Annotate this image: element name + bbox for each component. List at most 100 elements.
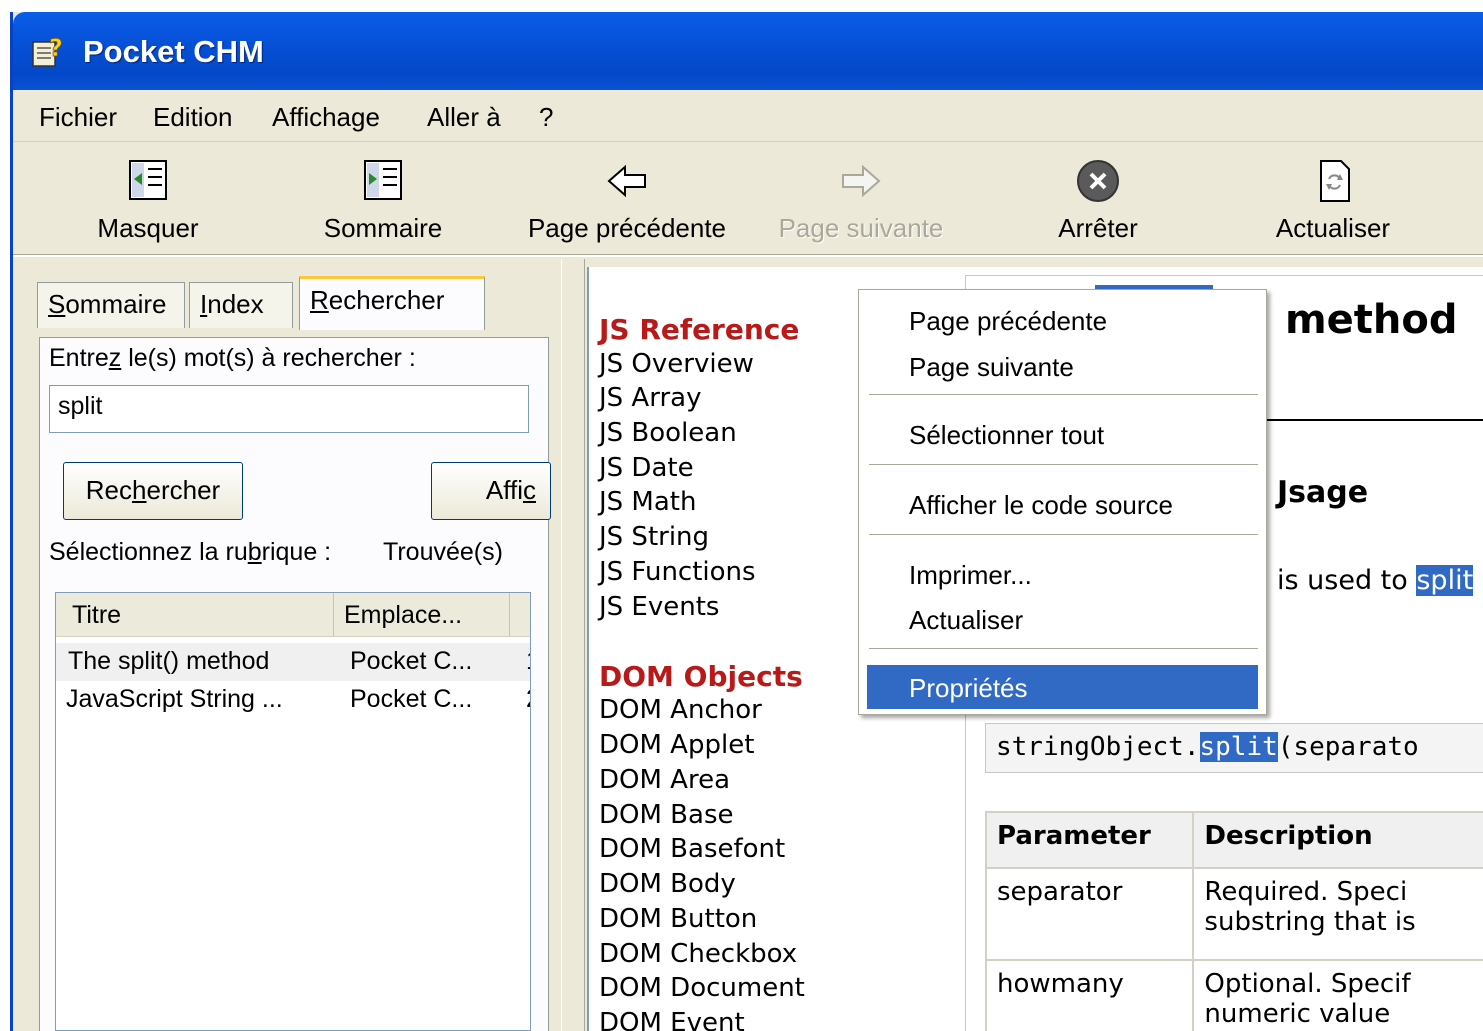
tab-sommaire[interactable]: Sommaire: [37, 282, 185, 328]
nav-link[interactable]: JS Overview: [599, 349, 754, 379]
forward-button-label: Page suivante: [778, 213, 944, 243]
context-menu: Page précédente Page suivante Sélectionn…: [858, 289, 1267, 715]
help-book-icon: ?: [32, 34, 63, 67]
context-item-forward[interactable]: Page suivante: [867, 344, 1258, 388]
nav-link[interactable]: DOM Anchor: [599, 695, 762, 725]
nav-link[interactable]: JS Boolean: [599, 418, 737, 448]
page-heading: method: [1285, 297, 1458, 343]
contents-button-label: Sommaire: [323, 213, 443, 243]
parameters-table: Parameter Description separator Required…: [984, 811, 1483, 1031]
nav-link[interactable]: JS Events: [599, 592, 719, 622]
column-title[interactable]: Titre: [56, 593, 334, 637]
context-item-back[interactable]: Page précédente: [867, 298, 1258, 342]
result-rank: 2: [526, 685, 530, 714]
js-reference-heading: JS Reference: [599, 313, 800, 346]
context-item-properties[interactable]: Propriétés: [867, 665, 1258, 709]
search-prompt-label: Entrez le(s) mot(s) à rechercher :: [49, 344, 416, 372]
stop-icon: [1077, 160, 1119, 202]
menu-aller-a[interactable]: Aller à: [427, 102, 501, 133]
table-header-row: Parameter Description: [984, 811, 1483, 869]
search-input[interactable]: split: [49, 385, 529, 433]
found-label: Trouvée(s): [383, 538, 503, 566]
nav-link[interactable]: JS Math: [599, 487, 696, 517]
refresh-button-label: Actualiser: [1275, 213, 1391, 243]
syntax-code: stringObject.split(separato: [985, 723, 1483, 773]
nav-link[interactable]: DOM Basefont: [599, 834, 785, 864]
hide-pane-icon: [129, 160, 167, 200]
results-list[interactable]: Titre Emplace... The split() method Pock…: [55, 592, 531, 1031]
table-cell: Required. Speci substring that is: [1192, 867, 1483, 961]
table-header: Parameter: [984, 811, 1195, 869]
contents-icon: [364, 160, 402, 200]
forward-button[interactable]: Page suivante: [761, 143, 961, 255]
title-bar[interactable]: ? Pocket CHM: [13, 12, 1483, 90]
nav-link[interactable]: DOM Document: [599, 973, 805, 1003]
results-list-header: Titre Emplace...: [56, 593, 530, 637]
column-location[interactable]: Emplace...: [334, 593, 510, 637]
select-topic-label: Sélectionnez la rubrique :: [49, 538, 332, 566]
context-item-print[interactable]: Imprimer...: [867, 552, 1258, 596]
context-separator: [869, 394, 1258, 396]
nav-link[interactable]: DOM Body: [599, 869, 736, 899]
back-button-label: Page précédente: [527, 213, 727, 243]
nav-link[interactable]: DOM Button: [599, 904, 757, 934]
menu-edition[interactable]: Edition: [153, 102, 233, 133]
menu-help[interactable]: ?: [539, 102, 553, 133]
refresh-icon: [1320, 160, 1350, 202]
forward-arrow-icon: [842, 164, 881, 198]
search-button[interactable]: Rechercher: [63, 462, 243, 520]
context-item-refresh[interactable]: Actualiser: [867, 597, 1258, 641]
svg-text:?: ?: [49, 34, 63, 62]
result-row[interactable]: JavaScript String ... Pocket C... 2: [56, 681, 530, 719]
contents-button[interactable]: Sommaire: [308, 143, 458, 255]
table-row: howmany Optional. Specif numeric value: [984, 959, 1483, 1031]
menu-affichage[interactable]: Affichage: [272, 102, 380, 133]
nav-link[interactable]: DOM Applet: [599, 730, 754, 760]
search-hit-highlight: split: [1199, 732, 1278, 762]
stop-button[interactable]: Arrêter: [1023, 143, 1173, 255]
nav-link[interactable]: JS Date: [599, 453, 694, 483]
nav-link[interactable]: DOM Area: [599, 765, 730, 795]
hide-button-label: Masquer: [97, 213, 199, 243]
result-title: JavaScript String ...: [66, 685, 283, 713]
table-header: Description: [1192, 811, 1483, 869]
refresh-button[interactable]: Actualiser: [1253, 143, 1413, 255]
back-arrow-icon: [607, 164, 646, 198]
table-row: separator Required. Speci substring that …: [984, 867, 1483, 961]
context-item-view-source[interactable]: Afficher le code source: [867, 482, 1258, 526]
menu-bar: Fichier Edition Affichage Aller à ?: [13, 90, 1483, 142]
context-item-select-all[interactable]: Sélectionner tout: [867, 412, 1258, 456]
display-button[interactable]: Affic: [431, 462, 551, 520]
menu-fichier[interactable]: Fichier: [39, 102, 117, 133]
table-cell: howmany: [984, 959, 1195, 1031]
nav-link[interactable]: DOM Base: [599, 800, 734, 830]
toolbar: Masquer Sommaire Page précédente Page su…: [13, 143, 1483, 257]
context-separator: [869, 464, 1258, 466]
hide-button[interactable]: Masquer: [73, 143, 223, 255]
back-button[interactable]: Page précédente: [507, 143, 747, 255]
table-cell: separator: [984, 867, 1195, 961]
result-title: The split() method: [68, 647, 270, 675]
nav-link[interactable]: JS String: [599, 522, 709, 552]
stop-button-label: Arrêter: [1058, 213, 1138, 243]
column-rank[interactable]: [510, 593, 530, 637]
nav-link[interactable]: JS Array: [599, 383, 701, 413]
result-location: Pocket C...: [350, 647, 473, 675]
table-cell: Optional. Specif numeric value: [1192, 959, 1483, 1031]
search-hit-highlight: split: [1416, 565, 1474, 596]
window-title: Pocket CHM: [83, 34, 264, 69]
context-separator: [869, 534, 1258, 536]
usage-text: is used to split: [1277, 565, 1474, 596]
tab-rechercher[interactable]: Rechercher: [299, 276, 485, 330]
app-window: ? Pocket CHM Fichier Edition Affichage A…: [10, 12, 1483, 1031]
result-row[interactable]: The split() method Pocket C... 1: [56, 643, 530, 681]
nav-link[interactable]: DOM Checkbox: [599, 939, 797, 969]
nav-link[interactable]: DOM Event: [599, 1008, 745, 1031]
nav-link[interactable]: JS Functions: [599, 557, 756, 587]
result-location: Pocket C...: [350, 685, 473, 713]
pane-splitter[interactable]: [561, 259, 585, 1031]
result-rank: 1: [526, 647, 530, 676]
dom-objects-heading: DOM Objects: [599, 660, 803, 693]
tab-index[interactable]: Index: [189, 282, 293, 328]
usage-heading: Jsage: [1277, 475, 1369, 510]
